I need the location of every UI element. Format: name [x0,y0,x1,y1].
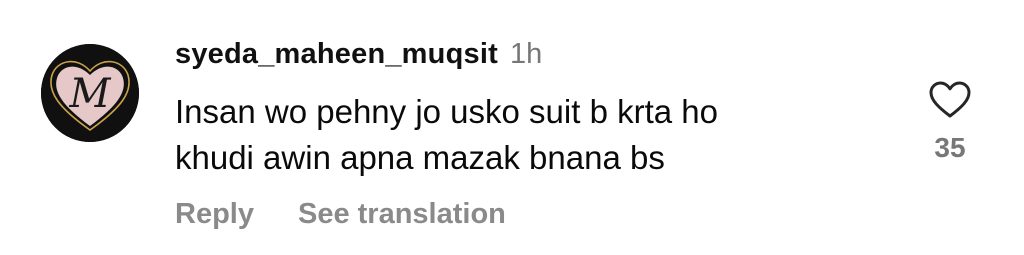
like-count: 35 [934,132,966,163]
avatar-image: M [41,44,139,142]
timestamp: 1h [509,38,543,70]
reply-button[interactable]: Reply [175,198,254,231]
comment-text-line: Insan wo pehny jo usko suit b krta ho [175,93,718,130]
avatar[interactable]: M [41,44,139,142]
see-translation-button[interactable]: See translation [298,198,506,231]
comment-text: Insan wo pehny jo usko suit b krta ho kh… [175,89,895,181]
comment: syeda_maheen_muqsit 1h Insan wo pehny jo… [175,38,895,231]
username[interactable]: syeda_maheen_muqsit [175,38,498,71]
comment-header: syeda_maheen_muqsit 1h [175,38,895,78]
comment-actions: Reply See translation [175,198,895,231]
avatar-letter: M [69,71,112,117]
comment-text-line: khudi awin apna mazak bnana bs [175,139,665,176]
heart-outline-icon[interactable] [928,80,972,120]
like-column: 35 [922,80,978,164]
